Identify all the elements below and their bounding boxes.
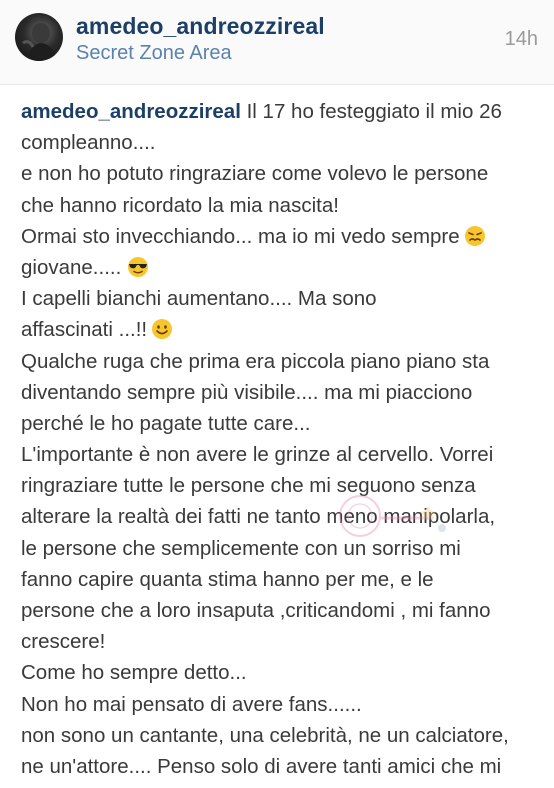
caption-line: e non ho potuto ringraziare come volevo … [21,162,489,186]
caption-text: Il 17 ho festeggiato il mio 26 [240,100,502,123]
caption-line: persone che a loro insaputa ,criticandom… [21,599,491,622]
avatar[interactable] [15,13,63,61]
caption-line: amedeo_andreozzireal Il 17 ho festeggiat… [21,96,541,127]
post-header: amedeo_andreozzireal Secret Zone Area 14… [0,0,554,84]
caption-line: L'importante è non avere le grinze al ce… [21,443,494,467]
caption-text: giovane..... [21,255,122,279]
sunglasses-face-icon [128,256,149,277]
caption-line: fanno capire quanta stima hanno per me, … [21,567,434,591]
persevering-face-icon [464,225,485,246]
caption-line: Qualche ruga che prima era piccola piano… [21,349,490,373]
caption-line: I capelli bianchi aumentano.... Ma sono [21,287,377,311]
post-caption: amedeo_andreozzireal Il 17 ho festeggiat… [21,96,541,782]
caption-line: ne un'attore.... Penso solo di avere tan… [21,754,502,778]
caption-line: non sono un cantante, una celebrità, ne … [21,723,509,747]
caption-line: che hanno ricordato la mia nascita! [21,193,339,217]
caption-line: diventando sempre più visibile.... ma mi… [21,380,473,404]
caption-line: Come ho sempre detto... [21,661,247,685]
post-location-link[interactable]: Secret Zone Area [76,42,232,65]
post-username-link[interactable]: amedeo_andreozzireal [76,13,325,40]
caption-line: compleanno.... [21,131,156,155]
caption-line: Ormai sto invecchiando... ma io mi vedo … [21,221,541,252]
caption-line: ringraziare tutte le persone che mi segu… [21,474,476,498]
caption-line: alterare la realtà dei fatti ne tanto me… [21,505,496,529]
smiling-face-icon [152,319,173,340]
caption-line: giovane..... [21,252,541,283]
post-timestamp: 14h [504,28,538,50]
caption-text: affascinati ...!! [21,318,148,342]
caption-line: affascinati ...!! [21,314,541,345]
caption-line: crescere! [21,630,106,654]
caption-text: Ormai sto invecchiando... ma io mi vedo … [21,224,460,248]
caption-username-link[interactable]: amedeo_andreozzireal [21,100,241,123]
header-divider [0,84,554,85]
caption-line: Non ho mai pensato di avere fans...... [21,692,362,716]
caption-line: perché le ho pagate tutte care... [21,411,311,435]
caption-line: le persone che semplicemente con un sorr… [21,536,461,560]
